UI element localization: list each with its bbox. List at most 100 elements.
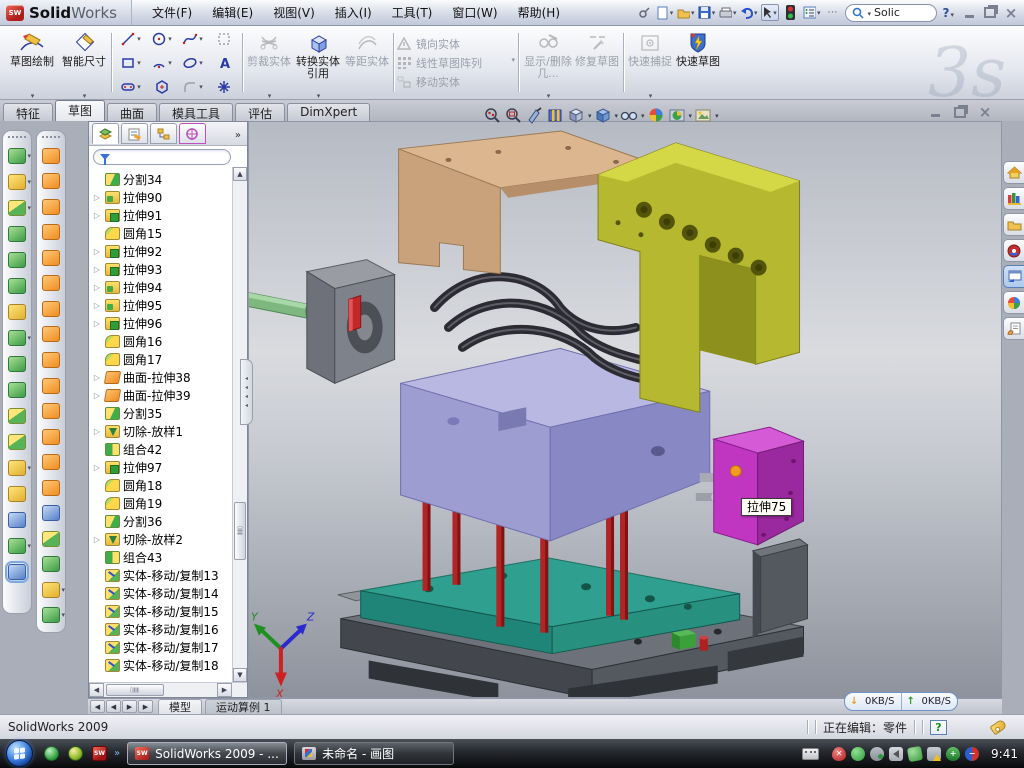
design-library-tab[interactable]	[1003, 187, 1024, 210]
tree-item[interactable]: 实体-移动/复制16	[92, 620, 231, 638]
graphics-area[interactable]: Y Z X 拉伸75	[248, 121, 1002, 698]
tool-mirror-bodies[interactable]	[3, 351, 31, 377]
zoom-to-fit-icon[interactable]	[483, 106, 502, 125]
slot-tool-icon[interactable]	[115, 75, 146, 98]
tree-item[interactable]: 组合43	[92, 548, 231, 566]
tree-item[interactable]: 分割36	[92, 512, 231, 530]
print-icon[interactable]	[719, 4, 737, 21]
tree-item[interactable]: 圆角16	[92, 332, 231, 350]
tree-item[interactable]: 切除-放样1	[92, 422, 231, 440]
point-tool-icon[interactable]	[208, 75, 239, 98]
save-icon[interactable]	[698, 4, 716, 21]
tool-lofted-boss[interactable]	[3, 273, 31, 299]
tool-extruded-surface[interactable]	[37, 143, 65, 169]
tool-helix[interactable]	[3, 533, 31, 559]
undo-icon[interactable]	[740, 4, 758, 21]
convert-entities-button[interactable]: 转换实体引用	[292, 28, 344, 97]
search-input[interactable]: Solic	[845, 4, 937, 22]
tab-evaluate[interactable]: 评估	[235, 103, 285, 121]
dropdown-arrow-icon[interactable]	[27, 542, 31, 550]
tool-axis[interactable]	[3, 507, 31, 533]
tool-linear-pattern[interactable]	[3, 325, 31, 351]
tab-features[interactable]: 特征	[3, 103, 53, 121]
app-minimize-button[interactable]	[960, 5, 978, 20]
core-piece[interactable]	[249, 260, 395, 384]
tool-offset-surface[interactable]	[37, 322, 65, 348]
arc-tool-icon[interactable]	[146, 51, 177, 74]
tool-dome[interactable]	[37, 551, 65, 577]
zoom-to-area-icon[interactable]	[504, 106, 523, 125]
tool-intersect2[interactable]	[37, 577, 65, 603]
quicklaunch-overflow-chevron[interactable]: »	[114, 748, 120, 759]
apply-scene-icon[interactable]	[668, 106, 687, 125]
expand-arrow-icon[interactable]	[92, 283, 102, 292]
tree-item[interactable]: 曲面-拉伸39	[92, 386, 231, 404]
pin-icon[interactable]	[635, 4, 653, 21]
messenger-quicklaunch-icon[interactable]	[44, 746, 59, 761]
expand-arrow-icon[interactable]	[92, 211, 102, 220]
view-settings-icon[interactable]	[694, 106, 713, 125]
tool-knit-surface[interactable]	[37, 500, 65, 526]
doc-minimize-button[interactable]	[926, 105, 944, 119]
doc-close-button[interactable]	[976, 105, 994, 119]
menu-insert[interactable]: 插入(I)	[325, 0, 382, 25]
tree-item[interactable]: 拉伸90	[92, 188, 231, 206]
tab-sketch[interactable]: 草图	[55, 100, 105, 121]
tree-item[interactable]: 切除-放样2	[92, 530, 231, 548]
tool-lofted-surface[interactable]	[37, 220, 65, 246]
file-explorer-tab[interactable]	[1003, 213, 1024, 236]
smart-dimension-button[interactable]: 智能尺寸	[60, 28, 108, 97]
menu-tools[interactable]: 工具(T)	[382, 0, 443, 25]
scroll-up-button[interactable]: ▲	[233, 167, 247, 181]
media-quicklaunch-icon[interactable]	[68, 746, 83, 761]
tree-item[interactable]: 拉伸93	[92, 260, 231, 278]
sketch-button[interactable]: 草图绘制	[4, 28, 60, 97]
expand-arrow-icon[interactable]	[92, 301, 102, 310]
selection-tool-icon[interactable]	[208, 27, 239, 50]
panel-collapse-handle[interactable]	[240, 359, 253, 425]
scroll-down-button[interactable]: ▼	[233, 668, 247, 682]
tree-item[interactable]: 曲面-拉伸38	[92, 368, 231, 386]
model-tab[interactable]: 模型	[158, 699, 202, 714]
tool-surface-fillet[interactable]	[37, 373, 65, 399]
health-shield-tray-icon[interactable]: +	[946, 747, 960, 761]
tree-item[interactable]: 分割35	[92, 404, 231, 422]
tool-filled-surface[interactable]	[37, 271, 65, 297]
last-tab-button[interactable]: ▶	[138, 700, 153, 713]
tree-item[interactable]: 实体-移动/复制15	[92, 602, 231, 620]
smart-dimension-dropdown[interactable]	[82, 89, 87, 97]
tree-item[interactable]: 组合42	[92, 440, 231, 458]
scroll-right-button[interactable]	[217, 683, 232, 697]
tool-combine-bodies[interactable]	[3, 377, 31, 403]
toolbar-grip[interactable]	[42, 136, 60, 139]
section-view-icon[interactable]	[525, 106, 544, 125]
hide-show-items-icon[interactable]	[620, 106, 639, 125]
tree-filter-input[interactable]	[93, 149, 231, 165]
custom-properties-tab[interactable]	[1003, 317, 1024, 340]
rebuild-icon[interactable]	[782, 4, 800, 21]
slide-block[interactable]	[714, 427, 804, 545]
app-close-button[interactable]	[1002, 5, 1020, 20]
quick-tips-help-icon[interactable]: ?	[930, 720, 947, 735]
configurationmanager-tab[interactable]	[150, 123, 177, 144]
scroll-left-button[interactable]	[89, 683, 104, 697]
tool-fillet[interactable]	[3, 195, 31, 221]
tool-trim-surface[interactable]	[37, 449, 65, 475]
featuremanager-tab[interactable]	[92, 123, 119, 144]
dropdown-arrow-icon[interactable]	[715, 112, 719, 120]
tree-item[interactable]: 圆角15	[92, 224, 231, 242]
sketch-dropdown-arrow[interactable]	[30, 89, 35, 97]
tab-mold-tools[interactable]: 模具工具	[159, 103, 233, 121]
appearances-scenes-tab[interactable]	[1003, 291, 1024, 314]
dropdown-arrow-icon[interactable]	[689, 112, 693, 120]
tag-icon[interactable]	[989, 719, 1007, 736]
rectangle-tool-icon[interactable]	[115, 51, 146, 74]
tool-thicken[interactable]	[37, 347, 65, 373]
next-tab-button[interactable]: ▶	[122, 700, 137, 713]
menu-window[interactable]: 窗口(W)	[442, 0, 507, 25]
expand-arrow-icon[interactable]	[92, 535, 102, 544]
menu-help[interactable]: 帮助(H)	[508, 0, 570, 25]
tree-item[interactable]: 实体-移动/复制17	[92, 638, 231, 656]
tree-item[interactable]: 拉伸96	[92, 314, 231, 332]
expand-arrow-icon[interactable]	[92, 373, 102, 382]
